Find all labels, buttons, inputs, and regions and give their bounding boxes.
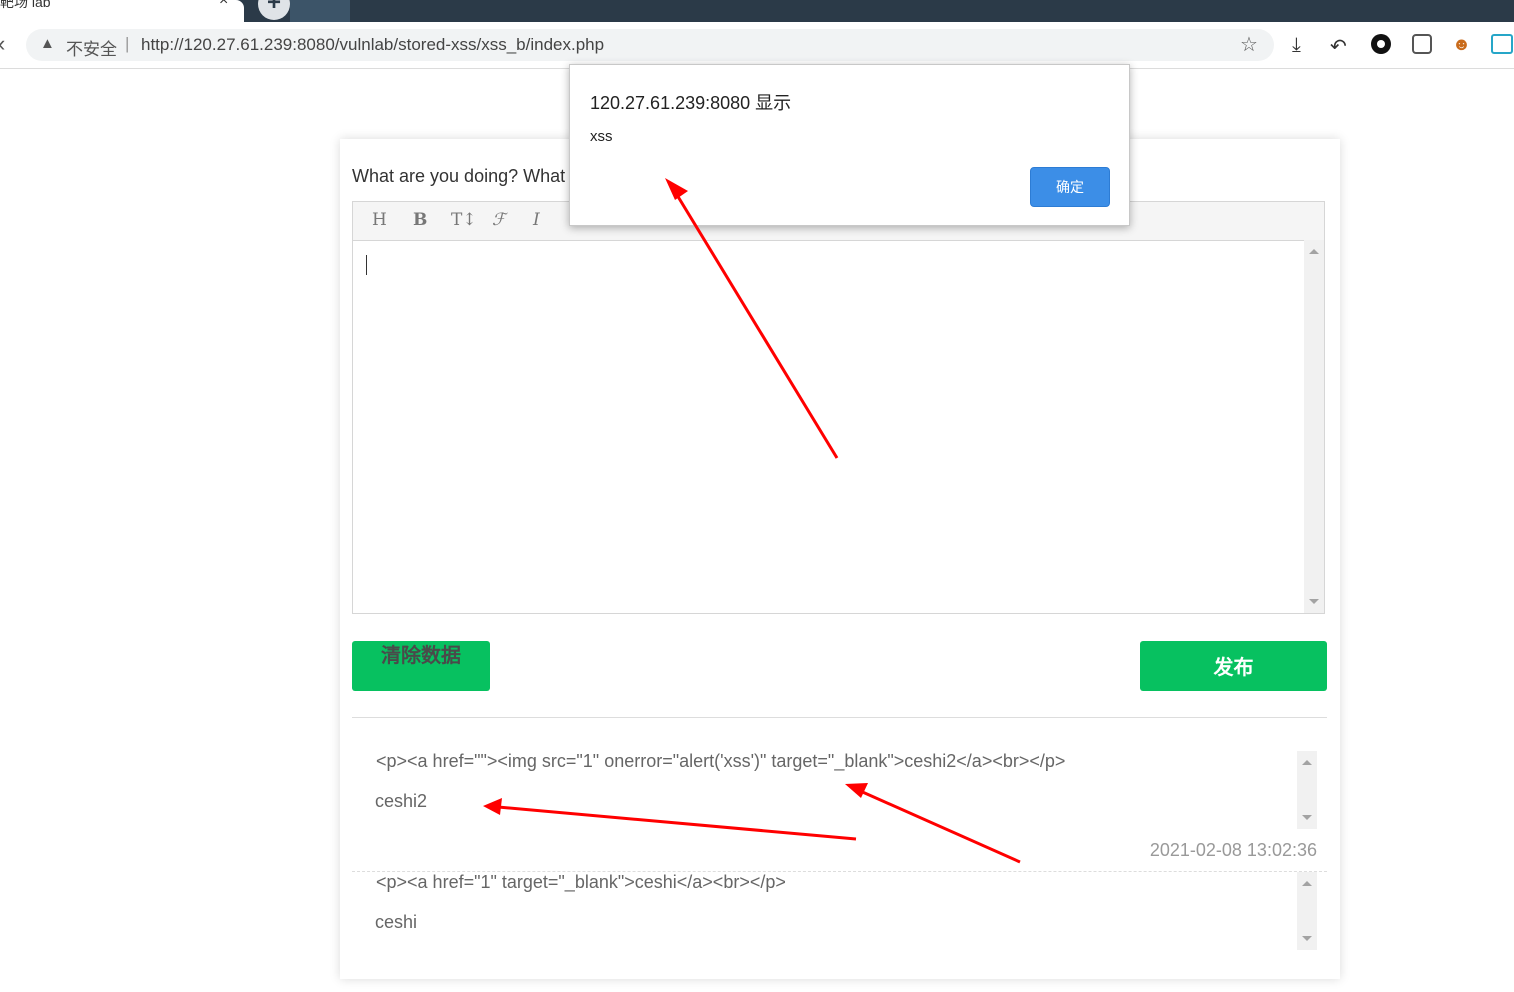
post-raw-html: <p><a href="1" target="_blank">ceshi</a>… xyxy=(376,872,786,892)
scroll-up-icon[interactable] xyxy=(1302,760,1312,765)
post-item: <p><a href=""><img src="1" onerror="aler… xyxy=(352,751,1327,872)
font-family-icon[interactable]: ℱ xyxy=(492,210,505,230)
post-rendered-text[interactable]: ceshi xyxy=(375,912,417,933)
editor-text-area[interactable] xyxy=(353,240,1305,613)
post-item: <p><a href="1" target="_blank">ceshi</a>… xyxy=(352,872,1327,992)
post-rendered-text[interactable]: ceshi2 xyxy=(375,791,427,812)
heading-icon[interactable]: H xyxy=(372,210,387,230)
italic-icon[interactable]: I xyxy=(533,210,540,230)
bold-icon[interactable]: B xyxy=(413,210,427,230)
post-scrollbar[interactable] xyxy=(1297,751,1317,829)
prompt-text: What are you doing? What xyxy=(352,166,566,186)
scroll-up-icon[interactable] xyxy=(1302,881,1312,886)
publish-button[interactable]: 发布 xyxy=(1140,641,1327,691)
browser-toolbar: ‹ ▲ 不安全 | http://120.27.61.239:8080/vuln… xyxy=(0,22,1514,69)
extension-shield-icon[interactable] xyxy=(1412,34,1432,54)
bookmark-star-icon[interactable]: ☆ xyxy=(1240,32,1258,57)
scroll-down-icon[interactable] xyxy=(1302,815,1312,820)
url-text[interactable]: http://120.27.61.239:8080/vulnlab/stored… xyxy=(141,35,604,55)
rich-text-editor: H B T↕ ℱ I xyxy=(352,201,1325,614)
post-scrollbar[interactable] xyxy=(1297,872,1317,950)
post-timestamp: 2021-02-08 13:02:36 xyxy=(1149,840,1317,860)
tab-strip-background xyxy=(290,0,350,22)
extension-monkey-icon[interactable]: ☻ xyxy=(1452,34,1471,55)
text-caret xyxy=(366,255,367,275)
scroll-down-icon[interactable] xyxy=(1302,936,1312,941)
new-tab-button[interactable]: + xyxy=(258,0,290,20)
extension-arrow-icon[interactable]: ↶ xyxy=(1330,34,1347,59)
divider xyxy=(352,717,1327,718)
address-bar[interactable]: ▲ 不安全 | http://120.27.61.239:8080/vulnla… xyxy=(26,29,1274,61)
active-tab[interactable]: 靶场 lab × xyxy=(0,0,244,22)
scroll-up-icon[interactable] xyxy=(1309,249,1319,254)
post-card: What are you doing? What H B T↕ ℱ I 清除数据… xyxy=(340,139,1340,979)
warning-icon[interactable]: ▲ xyxy=(40,35,55,52)
extension-save-icon[interactable] xyxy=(1491,34,1513,54)
url-separator: | xyxy=(125,34,130,53)
tab-title: 靶场 lab xyxy=(0,0,51,10)
download-icon[interactable]: ⤓ xyxy=(1292,34,1301,57)
post-body: <p><a href="1" target="_blank">ceshi</a>… xyxy=(352,872,1317,950)
extension-circle-icon[interactable] xyxy=(1371,34,1391,54)
post-body: <p><a href=""><img src="1" onerror="aler… xyxy=(352,751,1317,829)
clear-data-button[interactable]: 清除数据 xyxy=(352,641,490,691)
scroll-down-icon[interactable] xyxy=(1309,599,1319,604)
alert-dialog: 120.27.61.239:8080 显示 xss 确定 xyxy=(569,64,1130,226)
tab-close-icon[interactable]: × xyxy=(219,0,228,10)
tab-strip: 靶场 lab × + xyxy=(0,0,1514,22)
font-size-icon[interactable]: T↕ xyxy=(451,210,477,230)
insecure-label[interactable]: 不安全 xyxy=(66,35,117,60)
editor-scrollbar[interactable] xyxy=(1304,240,1324,613)
ok-button[interactable]: 确定 xyxy=(1030,167,1110,207)
post-raw-html: <p><a href=""><img src="1" onerror="aler… xyxy=(376,751,1066,771)
dialog-title: 120.27.61.239:8080 显示 xyxy=(590,93,792,113)
back-icon[interactable]: ‹ xyxy=(0,31,5,57)
dialog-message: xss xyxy=(590,128,613,145)
